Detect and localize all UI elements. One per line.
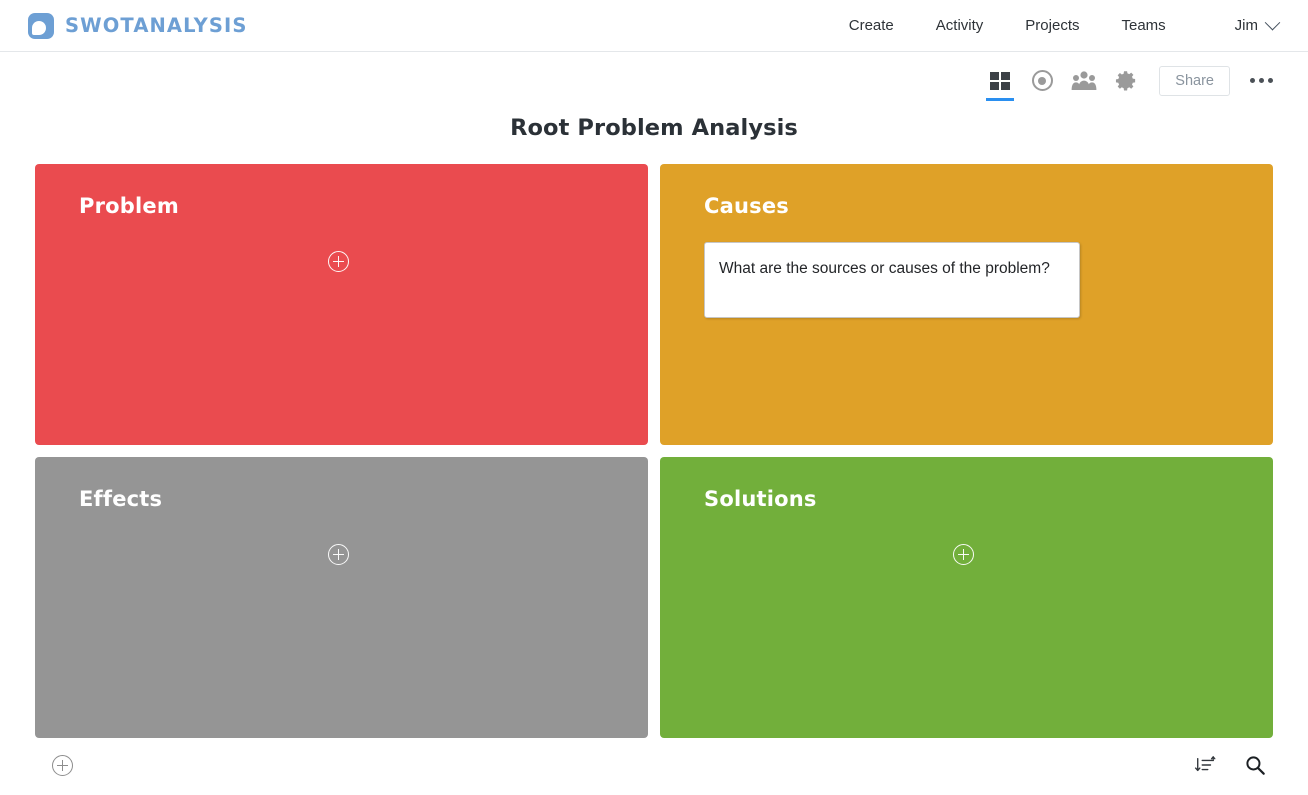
sort-icon[interactable]: [1194, 755, 1216, 775]
chevron-down-icon: [1264, 14, 1281, 31]
quadrant-title: Problem: [79, 194, 179, 218]
note-card[interactable]: What are the sources or causes of the pr…: [704, 242, 1080, 318]
brand-logo[interactable]: SWOTANALYSIS: [28, 12, 248, 39]
grid-icon-glyph: [990, 71, 1011, 90]
quadrant-board: Problem Causes What are the sources or c…: [35, 164, 1274, 738]
quadrant-title: Solutions: [704, 487, 817, 511]
quadrant-title: Causes: [704, 194, 789, 218]
bottom-toolbar: [0, 744, 1308, 795]
people-icon: [1071, 71, 1097, 90]
user-menu[interactable]: Jim: [1234, 14, 1281, 34]
search-icon[interactable]: [1244, 754, 1266, 776]
quadrant-problem[interactable]: Problem: [35, 164, 648, 445]
note-text: What are the sources or causes of the pr…: [719, 260, 1050, 277]
ellipsis-icon: [1249, 78, 1255, 83]
add-note-button-effects[interactable]: [328, 544, 349, 565]
add-item-button[interactable]: [52, 755, 73, 776]
add-note-button-problem[interactable]: [328, 251, 349, 272]
quadrant-causes[interactable]: Causes What are the sources or causes of…: [660, 164, 1273, 445]
quadrant-solutions[interactable]: Solutions: [660, 457, 1273, 738]
grid-view-icon[interactable]: [979, 61, 1021, 101]
bottom-toolbar-actions: [1194, 754, 1266, 776]
nav-create[interactable]: Create: [828, 0, 915, 52]
board-toolbar: Share: [0, 53, 1308, 108]
ellipsis-icon: [1267, 78, 1273, 83]
share-button[interactable]: Share: [1159, 65, 1230, 96]
active-tab-indicator: [986, 97, 1015, 101]
quadrant-effects[interactable]: Effects: [35, 457, 648, 738]
bullseye-icon: [1031, 70, 1053, 91]
nav-teams[interactable]: Teams: [1100, 0, 1186, 52]
user-name: Jim: [1234, 17, 1258, 34]
ellipsis-icon: [1258, 78, 1264, 83]
target-view-icon[interactable]: [1021, 61, 1063, 101]
gear-icon: [1115, 71, 1135, 91]
app-header: SWOTANALYSIS Create Activity Projects Te…: [0, 0, 1308, 52]
nav-activity[interactable]: Activity: [915, 0, 1005, 52]
more-options-button[interactable]: [1244, 64, 1278, 98]
main-navigation: Create Activity Projects Teams Jim: [828, 0, 1308, 52]
swot-logo-icon: [28, 12, 54, 39]
brand-name: SWOTANALYSIS: [65, 14, 248, 37]
add-note-button-solutions[interactable]: [953, 544, 974, 565]
board-title[interactable]: Root Problem Analysis: [0, 115, 1308, 141]
nav-projects[interactable]: Projects: [1004, 0, 1100, 52]
quadrant-title: Effects: [79, 487, 163, 511]
settings-icon[interactable]: [1105, 61, 1147, 101]
team-icon[interactable]: [1063, 61, 1105, 101]
